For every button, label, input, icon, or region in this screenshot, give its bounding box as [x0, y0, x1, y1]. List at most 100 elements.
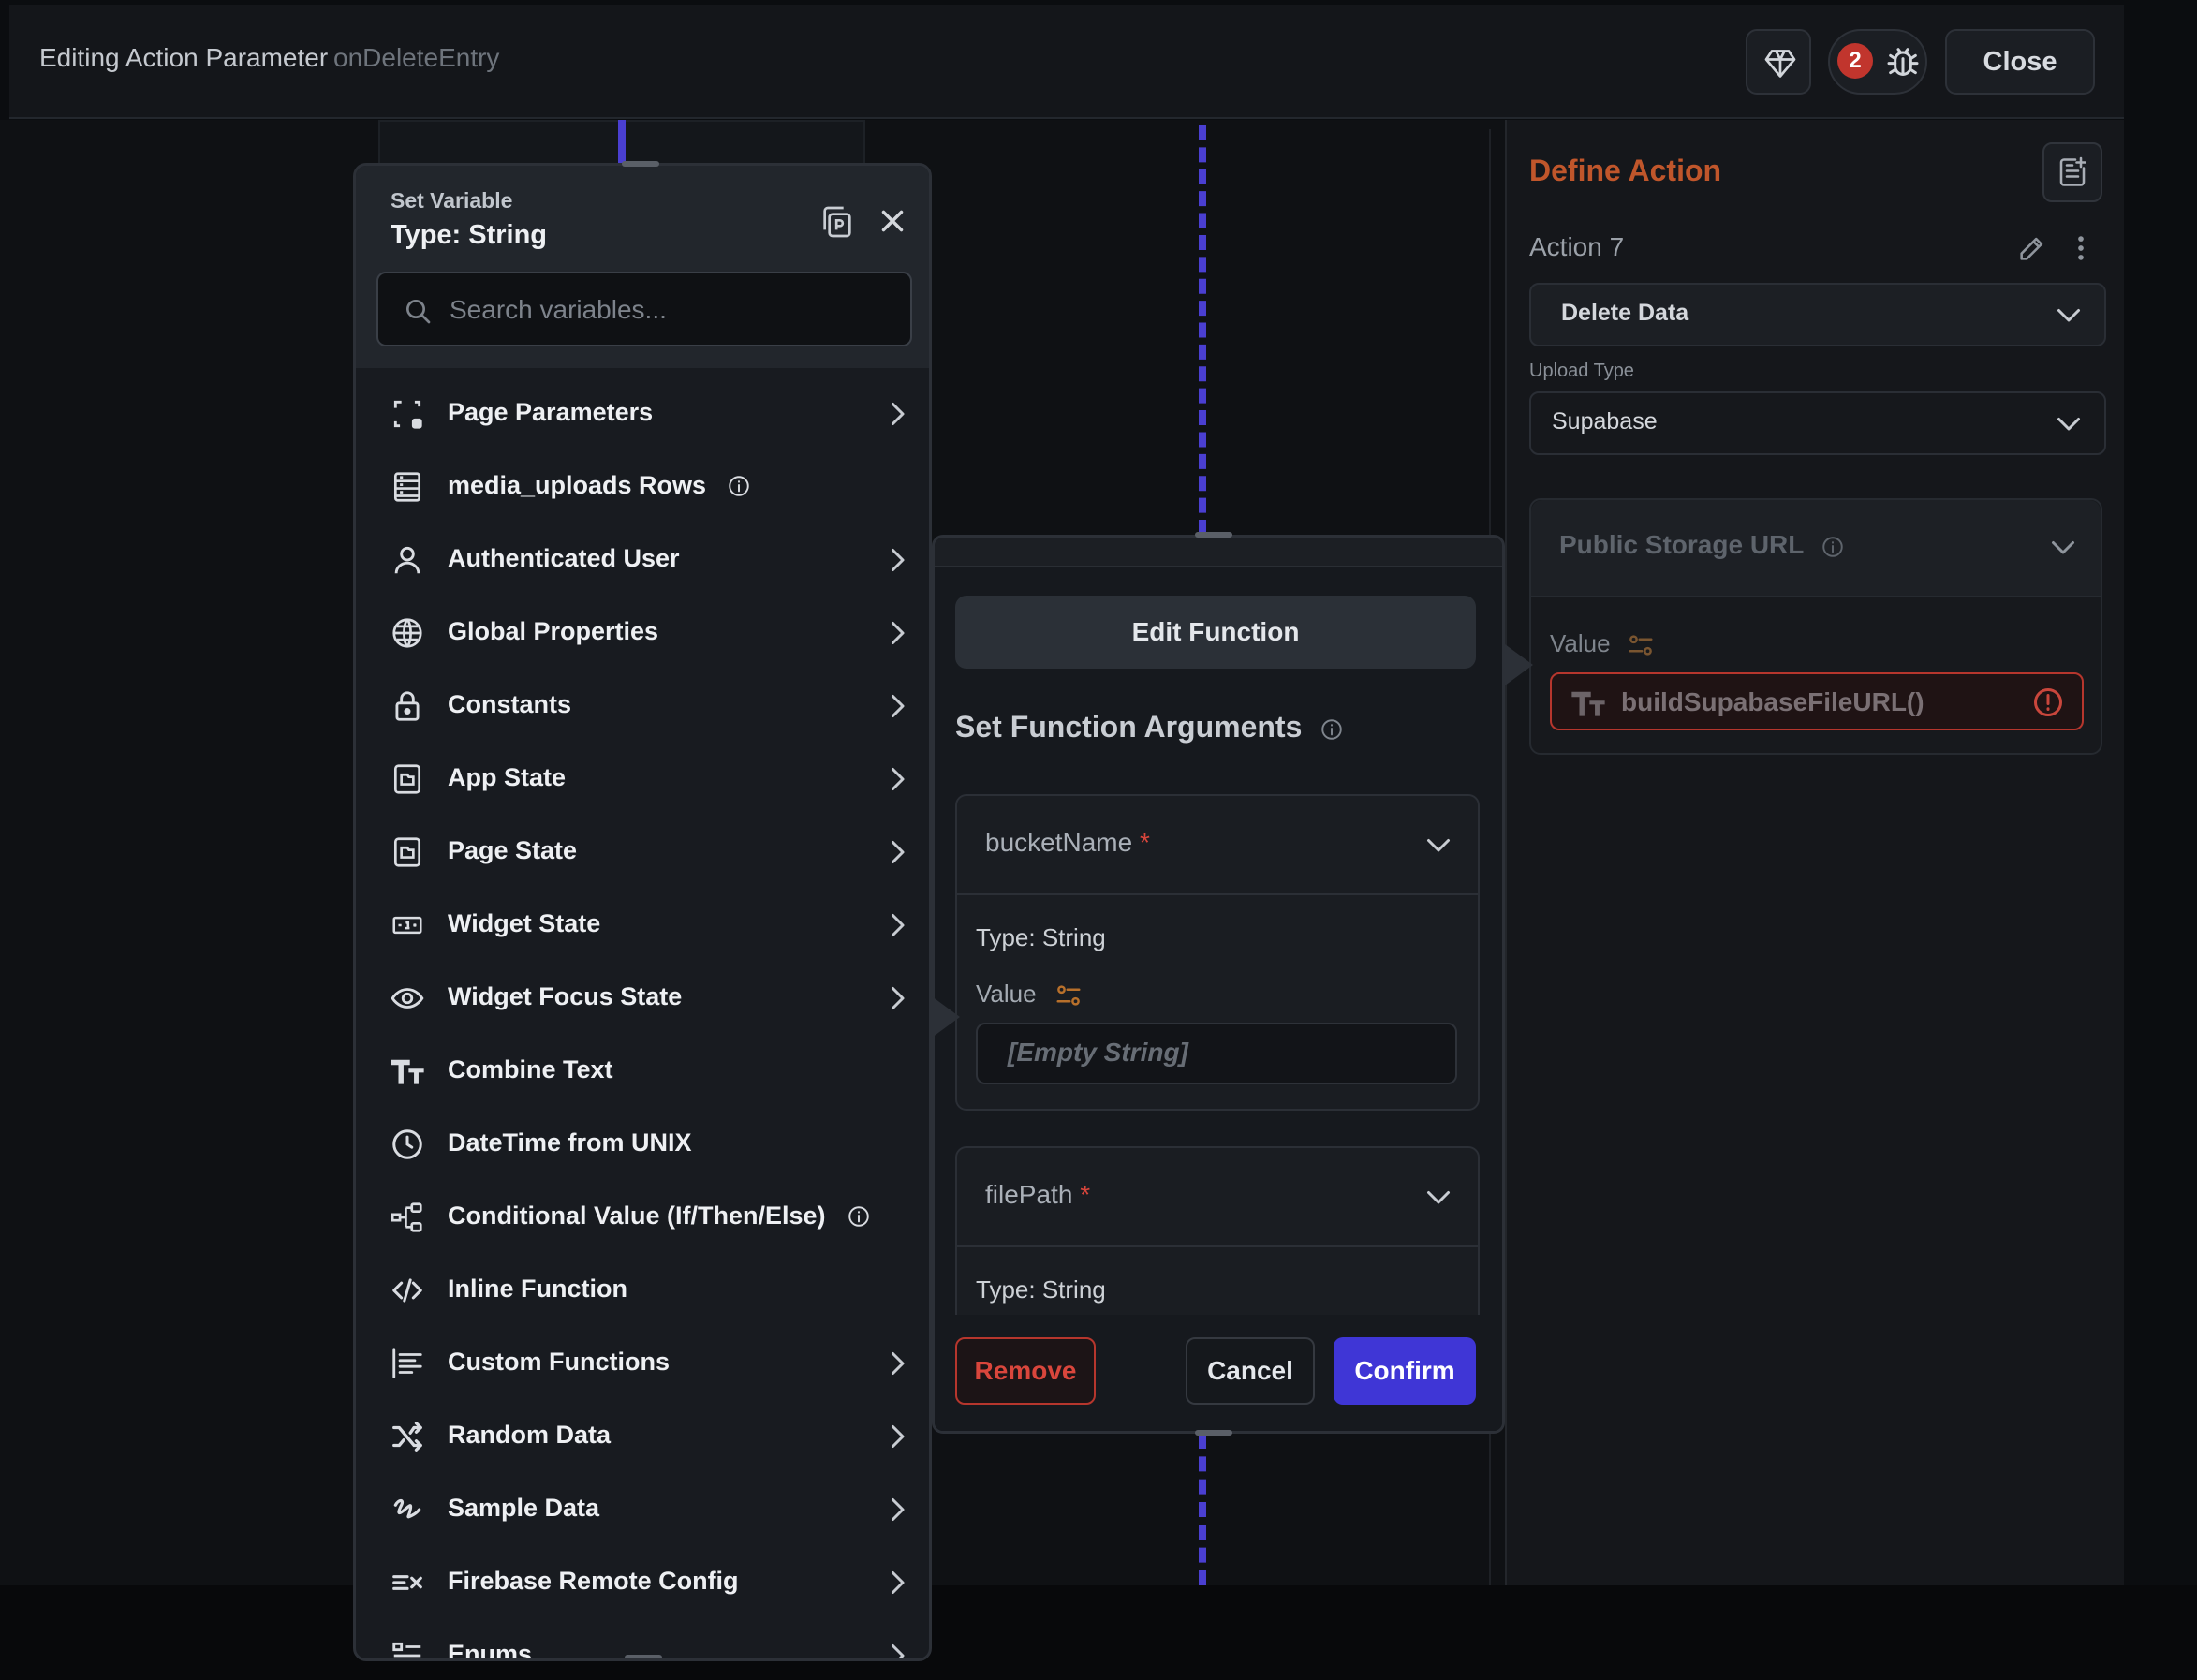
- canvas-bottom-edge: [0, 1585, 2197, 1680]
- public-storage-url-header[interactable]: Public Storage URL: [1531, 500, 2101, 597]
- chevron-right-icon: [880, 1493, 914, 1526]
- variable-source-item[interactable]: Custom Functions: [356, 1327, 929, 1400]
- variable-source-item[interactable]: Widget Focus State: [356, 962, 929, 1035]
- variable-source-item[interactable]: Inline Function: [356, 1254, 929, 1327]
- gem-icon: [1763, 47, 1797, 81]
- action-type-dropdown[interactable]: Delete Data: [1529, 283, 2106, 346]
- edit-pencil-icon[interactable]: [2016, 232, 2048, 264]
- chevron-right-icon: [880, 762, 914, 796]
- document-add-icon: [2056, 155, 2089, 189]
- variable-source-label: DateTime from UNIX: [448, 1128, 692, 1157]
- remove-button[interactable]: Remove: [955, 1337, 1096, 1405]
- info-icon[interactable]: [727, 474, 751, 498]
- widget-state-icon: [390, 907, 425, 943]
- variable-source-label: Sample Data: [448, 1494, 600, 1522]
- argument-name: filePath *: [985, 1180, 1090, 1210]
- edit-function-topbar: [935, 538, 1502, 567]
- chevron-right-icon: [880, 397, 914, 431]
- variable-source-item[interactable]: Global Properties: [356, 597, 929, 670]
- chevron-right-icon: [880, 543, 914, 577]
- variable-source-label: Inline Function: [448, 1275, 627, 1303]
- error-alert-icon[interactable]: [2031, 685, 2065, 719]
- search-input[interactable]: [448, 288, 892, 332]
- variable-source-item[interactable]: Sample Data: [356, 1473, 929, 1546]
- upload-type-dropdown[interactable]: Supabase: [1529, 391, 2106, 455]
- variable-source-item[interactable]: App State: [356, 743, 929, 816]
- lock-icon: [390, 688, 425, 724]
- function-arguments-title: Set Function Arguments: [955, 710, 1344, 744]
- edit-function-button[interactable]: Edit Function: [955, 596, 1476, 669]
- variable-source-item[interactable]: Combine Text: [356, 1035, 929, 1108]
- argument-header[interactable]: bucketName *: [957, 796, 1478, 895]
- argument-name-text: filePath: [985, 1180, 1073, 1209]
- confirm-button[interactable]: Confirm: [1334, 1337, 1476, 1405]
- variable-source-label: media_uploads Rows: [448, 471, 707, 499]
- upload-type-label: Upload Type: [1529, 361, 1634, 381]
- variable-source-label: Authenticated User: [448, 544, 680, 572]
- resize-handle-bottom[interactable]: [625, 1655, 662, 1658]
- chevron-right-icon: [880, 1639, 914, 1658]
- variable-type-label: Type: String: [391, 220, 548, 250]
- variable-source-item[interactable]: DateTime from UNIX: [356, 1108, 929, 1181]
- chevron-down-icon[interactable]: [1422, 1180, 1455, 1214]
- argument-value-label: Value: [976, 980, 1083, 1009]
- info-icon[interactable]: [1320, 717, 1344, 742]
- text-type-icon: [390, 1054, 425, 1089]
- bug-icon: [1884, 43, 1922, 81]
- variable-source-item[interactable]: Firebase Remote Config: [356, 1546, 929, 1619]
- action-doc-button[interactable]: [2042, 142, 2102, 202]
- variable-picker-icon[interactable]: [1054, 981, 1083, 1009]
- argument-value-field[interactable]: [Empty String]: [976, 1023, 1457, 1084]
- variable-source-item[interactable]: Page Parameters: [356, 377, 929, 450]
- variable-source-label: Custom Functions: [448, 1348, 670, 1376]
- cancel-button[interactable]: Cancel: [1186, 1337, 1315, 1405]
- resize-handle-top[interactable]: [1195, 532, 1232, 538]
- variable-source-label: Constants: [448, 690, 572, 718]
- value-field[interactable]: buildSupabaseFileURL(): [1550, 672, 2084, 730]
- chevron-down-icon[interactable]: [2046, 530, 2080, 564]
- variable-source-item[interactable]: Authenticated User: [356, 523, 929, 597]
- error-count-badge: 2: [1837, 43, 1873, 79]
- search-variables-field[interactable]: [376, 272, 912, 346]
- clock-icon: [390, 1127, 425, 1162]
- variable-picker-icon[interactable]: [1627, 631, 1655, 659]
- info-icon[interactable]: [1821, 535, 1845, 559]
- variable-source-item[interactable]: Random Data: [356, 1400, 929, 1473]
- variable-source-item[interactable]: Page State: [356, 816, 929, 889]
- info-icon[interactable]: [847, 1204, 871, 1229]
- resize-handle-bottom[interactable]: [1195, 1430, 1232, 1436]
- public-storage-url-title: Public Storage URL: [1559, 530, 1845, 560]
- flow-connector-dashed: [1199, 125, 1206, 535]
- variable-source-item[interactable]: Conditional Value (If/Then/Else): [356, 1181, 929, 1254]
- variable-source-label: App State: [448, 763, 567, 791]
- variable-source-label: Global Properties: [448, 617, 659, 645]
- copy-icon[interactable]: [818, 203, 856, 241]
- argument-card-bucketname: bucketName * Type: String Value [Empty S…: [955, 794, 1480, 1111]
- variable-source-label: Enums: [448, 1640, 533, 1661]
- shuffle-icon: [390, 1419, 425, 1454]
- close-button[interactable]: Close: [1945, 29, 2095, 95]
- user-icon: [390, 542, 425, 578]
- variable-source-item[interactable]: media_uploads Rows: [356, 450, 929, 523]
- page-parameters-icon: [390, 396, 425, 432]
- set-variable-panel: Set Variable Type: String Page Parameter…: [353, 163, 932, 1661]
- set-variable-title: Set Variable: [391, 188, 513, 213]
- variable-source-item[interactable]: Constants: [356, 670, 929, 743]
- close-icon[interactable]: [875, 203, 910, 239]
- pointer-arrow-icon: [932, 993, 964, 1041]
- page-state-icon: [390, 834, 425, 870]
- action-name: Action 7: [1529, 232, 1625, 261]
- action-type-value: Delete Data: [1561, 300, 1689, 326]
- argument-header[interactable]: filePath *: [957, 1148, 1478, 1247]
- flow-connector: [618, 120, 626, 163]
- search-icon: [403, 296, 433, 326]
- resize-handle-top[interactable]: [622, 161, 659, 167]
- variable-source-label: Widget State: [448, 909, 601, 937]
- gem-button[interactable]: [1746, 29, 1811, 95]
- chevron-down-icon[interactable]: [1422, 828, 1455, 862]
- chevron-right-icon: [880, 616, 914, 650]
- edit-function-panel: Edit Function Set Function Arguments buc…: [932, 535, 1505, 1434]
- more-options-icon[interactable]: [2065, 232, 2097, 264]
- variable-source-label: Random Data: [448, 1421, 612, 1449]
- variable-source-item[interactable]: Widget State: [356, 889, 929, 962]
